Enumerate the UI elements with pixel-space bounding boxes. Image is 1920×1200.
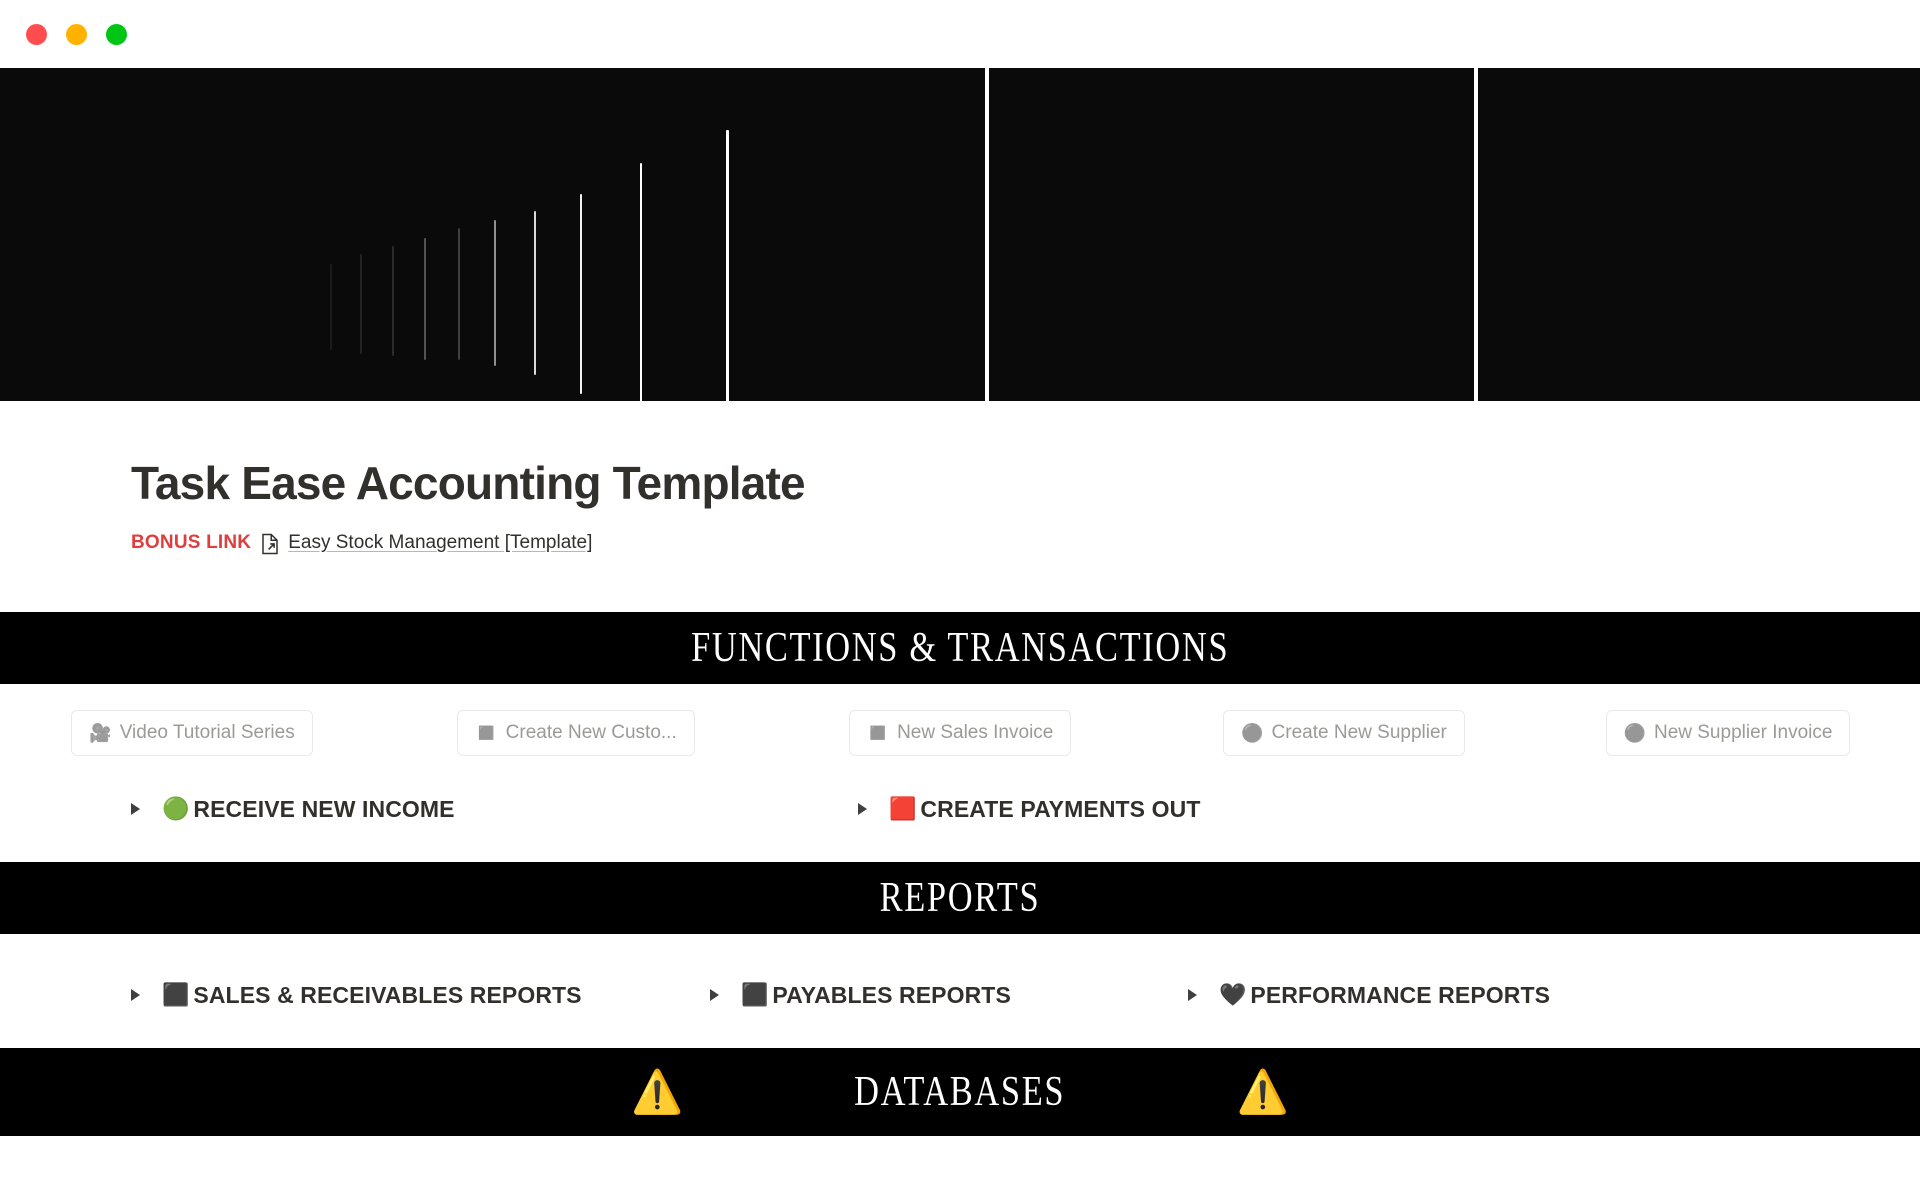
functions-toggle-row: 🟢 RECEIVE NEW INCOME 🟥 CREATE PAYMENTS O… (0, 756, 1920, 823)
white-square-icon: ◼️ (475, 722, 498, 743)
toggle-column: ⬛ SALES & RECEIVABLES REPORTS (0, 982, 710, 1009)
new-supplier-invoice-button[interactable]: ⚫ New Supplier Invoice (1605, 709, 1851, 756)
minimize-window-button[interactable] (66, 23, 87, 45)
grey-circle-icon: ⚫ (1241, 722, 1264, 743)
cover-light-streaks (0, 68, 985, 401)
toggle-column: ⬛ PAYABLES REPORTS (710, 982, 1188, 1009)
button-cell: ◼️ Create New Custo... (384, 709, 768, 756)
grey-circle-icon: ⚫ (1623, 722, 1646, 743)
movie-camera-icon: 🎥 (89, 722, 112, 743)
reports-section-banner: REPORTS (0, 861, 1920, 934)
toggle-column: 🟥 CREATE PAYMENTS OUT (858, 796, 1200, 823)
toggle-label: PAYABLES REPORTS (772, 981, 1011, 1008)
reports-banner-title: REPORTS (879, 874, 1041, 921)
chevron-right-icon[interactable] (131, 989, 140, 1002)
red-square-icon: 🟥 (889, 796, 917, 822)
functions-banner-title: FUNCTIONS & TRANSACTIONS (690, 624, 1230, 671)
button-label: Create New Supplier (1271, 721, 1447, 743)
warning-triangle-icon: ⚠️ (1236, 1067, 1289, 1115)
black-square-icon: ⬛ (741, 982, 769, 1008)
button-cell: 🎥 Video Tutorial Series (0, 709, 384, 756)
page-title: Task Ease Accounting Template (131, 457, 806, 509)
button-cell: ⚫ Create New Supplier (1152, 709, 1536, 756)
green-circle-icon: 🟢 (162, 796, 190, 822)
document-link-icon (260, 533, 280, 555)
toggle-column: 🖤 PERFORMANCE REPORTS (1188, 982, 1550, 1009)
button-cell: ⚫ New Supplier Invoice (1536, 709, 1920, 756)
toggle-label: RECEIVE NEW INCOME (193, 795, 455, 822)
maximize-window-button[interactable] (106, 23, 127, 45)
title-block: Task Ease Accounting Template BONUS LINK… (0, 401, 1920, 555)
create-new-customer-button[interactable]: ◼️ Create New Custo... (457, 709, 695, 756)
black-heart-icon: 🖤 (1219, 982, 1247, 1008)
chevron-right-icon[interactable] (131, 803, 140, 816)
white-square-icon: ◼️ (866, 722, 890, 743)
chevron-right-icon[interactable] (1188, 989, 1197, 1002)
window-titlebar (0, 0, 1920, 68)
warning-triangle-icon: ⚠️ (631, 1067, 684, 1115)
toggle-label: CREATE PAYMENTS OUT (920, 795, 1201, 822)
bonus-link-text[interactable]: Easy Stock Management [Template] (288, 532, 592, 554)
toggle-label: SALES & RECEIVABLES REPORTS (193, 981, 582, 1008)
button-label: Create New Custo... (505, 721, 677, 743)
cover-image-strip (0, 68, 1920, 401)
bonus-link-row[interactable]: BONUS LINK Easy Stock Management [Templa… (131, 531, 1920, 555)
create-new-supplier-button[interactable]: ⚫ Create New Supplier (1223, 709, 1465, 756)
toggle-column: 🟢 RECEIVE NEW INCOME (0, 796, 858, 823)
cover-image-mid (989, 68, 1474, 401)
toggle-performance-reports[interactable]: 🖤 PERFORMANCE REPORTS (1188, 982, 1550, 1009)
databases-section-banner: ⚠️ DATABASES ⚠️ (0, 1047, 1920, 1136)
page-body: Task Ease Accounting Template BONUS LINK… (0, 401, 1920, 1200)
bonus-link-label: BONUS LINK (131, 531, 252, 553)
toggle-sales-receivables-reports[interactable]: ⬛ SALES & RECEIVABLES REPORTS (131, 982, 582, 1009)
functions-section-banner: FUNCTIONS & TRANSACTIONS (0, 611, 1920, 684)
databases-banner-title: DATABASES (854, 1068, 1066, 1115)
new-sales-invoice-button[interactable]: ◼️ New Sales Invoice (848, 709, 1072, 756)
toggle-receive-new-income[interactable]: 🟢 RECEIVE NEW INCOME (131, 796, 455, 823)
cover-image-right (1478, 68, 1920, 401)
button-cell: ◼️ New Sales Invoice (768, 709, 1152, 756)
toggle-label: PERFORMANCE REPORTS (1250, 981, 1551, 1008)
toggle-payables-reports[interactable]: ⬛ PAYABLES REPORTS (710, 982, 1011, 1009)
app-window: Task Ease Accounting Template BONUS LINK… (0, 0, 1920, 1200)
chevron-right-icon[interactable] (710, 989, 719, 1002)
black-square-icon: ⬛ (162, 982, 190, 1008)
button-label: New Sales Invoice (897, 721, 1054, 743)
toggle-create-payments-out[interactable]: 🟥 CREATE PAYMENTS OUT (858, 796, 1200, 823)
quick-action-button-row: 🎥 Video Tutorial Series ◼️ Create New Cu… (0, 684, 1920, 756)
close-window-button[interactable] (26, 23, 47, 45)
button-label: New Supplier Invoice (1653, 721, 1833, 743)
button-label: Video Tutorial Series (119, 721, 295, 743)
traffic-lights (26, 23, 127, 45)
chevron-right-icon[interactable] (858, 803, 867, 816)
video-tutorial-series-button[interactable]: 🎥 Video Tutorial Series (71, 709, 313, 756)
reports-toggle-row: ⬛ SALES & RECEIVABLES REPORTS ⬛ PAYABLES… (0, 934, 1920, 1009)
cover-image-main (0, 68, 985, 401)
